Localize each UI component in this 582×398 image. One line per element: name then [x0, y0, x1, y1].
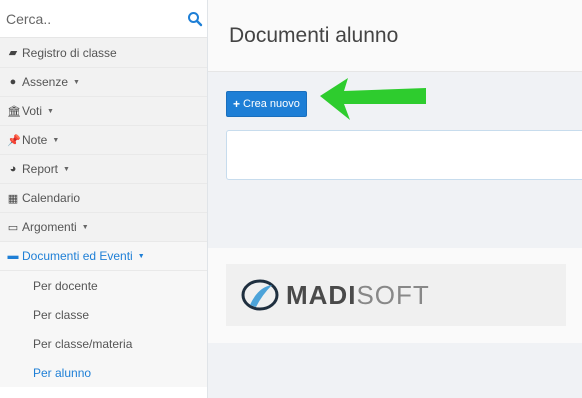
green-arrow-annotation [320, 78, 426, 120]
sidebar-item-registro-di-classe[interactable]: ▰ Registro di classe [0, 38, 207, 68]
sidebar-item-documenti-ed-eventi[interactable]: ▬ Documenti ed Eventi ▼ [0, 242, 207, 271]
create-new-label: Crea nuovo [243, 98, 300, 110]
main-content: Documenti alunno + Crea nuovo MADI SOFT [208, 0, 582, 398]
caret-down-icon: ▼ [81, 223, 89, 231]
bank-icon: 🏛 [7, 105, 21, 118]
create-new-button[interactable]: + Crea nuovo [226, 91, 307, 117]
folder-open-icon: ▭ [7, 221, 19, 234]
sidebar-subitem-label: Per docente [33, 278, 98, 293]
page-title: Documenti alunno [229, 23, 399, 47]
caret-down-icon: ▼ [47, 107, 54, 115]
user-icon: ● [9, 76, 17, 88]
caret-down-icon: ▼ [73, 78, 80, 86]
sidebar-item-label: Documenti ed Eventi [22, 249, 133, 263]
sidebar-item-label: Assenze [22, 75, 69, 89]
sidebar-item-calendario[interactable]: ▦ Calendario [0, 184, 207, 213]
sidebar-item-label: Registro di classe [22, 45, 117, 60]
sidebar-nav: ▰ Registro di classe ● Assenze ▼ 🏛 Voti … [0, 38, 207, 271]
inbox-icon: ▬ [7, 250, 19, 262]
madisoft-logo-mark-icon [241, 279, 279, 311]
sidebar-subitem-label: Per classe/materia [33, 336, 133, 351]
madisoft-logo-text: MADI SOFT [286, 280, 430, 311]
sidebar-item-label: Note [22, 133, 48, 147]
caret-down-icon: ▼ [63, 165, 70, 173]
sidebar-item-label: Calendario [22, 191, 81, 205]
search-icon[interactable] [187, 11, 203, 27]
search-input[interactable] [6, 6, 187, 31]
sidebar-item-argomenti[interactable]: ▭ Argomenti ▼ [0, 213, 207, 242]
sidebar-subitem-per-alunno[interactable]: Per alunno [0, 358, 207, 387]
sidebar-subitem-per-classe[interactable]: Per classe [0, 300, 207, 329]
sidebar-item-note[interactable]: 📌 Note ▼ [0, 126, 207, 155]
sidebar-submenu: Per docente Per classe Per classe/materi… [0, 271, 207, 387]
sidebar-subitem-per-classe-materia[interactable]: Per classe/materia [0, 329, 207, 358]
calendar-icon: ▦ [7, 192, 19, 205]
caret-down-icon: ▼ [52, 136, 60, 144]
sidebar-item-label: Voti [22, 104, 43, 118]
sidebar-item-assenze[interactable]: ● Assenze ▼ [0, 68, 207, 97]
pie-chart-icon: ◕ [9, 163, 17, 175]
page-header: Documenti alunno [208, 0, 582, 72]
sidebar-item-label: Report [22, 162, 59, 176]
plus-icon: + [233, 97, 241, 111]
logo-text-thin: SOFT [356, 279, 430, 310]
sidebar-subitem-label: Per alunno [33, 365, 92, 380]
sidebar-item-voti[interactable]: 🏛 Voti ▼ [0, 97, 207, 126]
pushpin-icon: 📌 [7, 134, 21, 147]
sidebar-subitem-label: Per classe [33, 307, 90, 322]
sidebar-item-label: Argomenti [22, 220, 77, 234]
madisoft-logo: MADI SOFT [226, 264, 566, 326]
sidebar-subitem-per-docente[interactable]: Per docente [0, 271, 207, 300]
documents-panel [226, 130, 582, 180]
book-icon: ▰ [8, 47, 18, 59]
caret-down-icon: ▼ [137, 252, 145, 260]
sidebar-item-report[interactable]: ◕ Report ▼ [0, 155, 207, 184]
sidebar: ▰ Registro di classe ● Assenze ▼ 🏛 Voti … [0, 0, 208, 398]
logo-text-bold: MADI [286, 279, 357, 310]
search-bar [0, 0, 207, 38]
